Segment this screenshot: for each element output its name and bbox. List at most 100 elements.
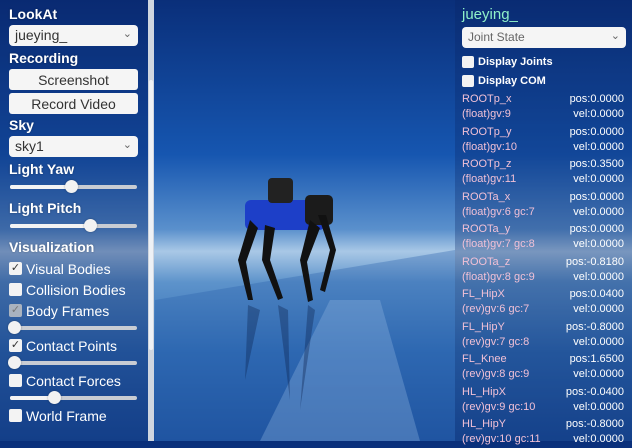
- toggle-label: Contact Points: [26, 337, 118, 354]
- display-joints-checkbox[interactable]: Display Joints: [462, 52, 626, 71]
- left-panel-scrollbar[interactable]: [148, 0, 154, 441]
- visualization-toggle[interactable]: Contact Forces: [9, 370, 138, 391]
- mode-select[interactable]: Joint State ⌄: [462, 27, 626, 48]
- joint-name: HL_HipX: [462, 385, 507, 398]
- joint-name: FL_HipX: [462, 288, 505, 300]
- joint-info: (rev)gv:6 gc:7: [462, 303, 530, 315]
- joint-name: HL_HipY: [462, 418, 507, 430]
- right-joint-panel: jueying_ Joint State ⌄ Display Joints Dis…: [455, 0, 632, 445]
- visualization-toggle[interactable]: ✓ Body Frames: [9, 300, 138, 321]
- joint-name: ROOTp_z: [462, 158, 512, 170]
- joint-row: FL_Knee (rev)gv:8 gc:9 pos:1.6500 vel:0.000…: [462, 350, 626, 383]
- joint-info: (float)gv:11: [462, 173, 517, 185]
- joint-pos: pos:0.3500: [569, 158, 624, 170]
- joint-info: (float)gv:8 gc:9: [462, 270, 535, 283]
- joint-info: (rev)gv:8 gc:9: [462, 368, 530, 380]
- toggle-label: Contact Forces: [26, 372, 121, 389]
- joint-row: ROOTp_x (float)gv:9 pos:0.0000 vel:0.0000: [462, 90, 626, 123]
- joint-vel: vel:0.0000: [573, 400, 624, 413]
- joint-pos: pos:0.0400: [569, 288, 624, 300]
- joint-pos: pos:0.0000: [569, 93, 624, 105]
- toggle-label: Collision Bodies: [26, 281, 126, 298]
- visualization-toggle[interactable]: ✓ Visual Bodies: [9, 258, 138, 279]
- joint-name: FL_HipY: [462, 320, 505, 333]
- joint-info: (float)gv:6 gc:7: [462, 205, 535, 218]
- joint-vel: vel:0.0000: [573, 238, 624, 250]
- light-yaw-slider[interactable]: [10, 180, 137, 194]
- joint-row: HL_HipX (rev)gv:9 gc:10 pos:-0.0400 vel:0.0…: [462, 383, 626, 416]
- joint-name: ROOTp_x: [462, 93, 512, 105]
- joint-pos: pos:0.0000: [569, 125, 624, 138]
- joint-row: ROOTp_z (float)gv:11 pos:0.3500 vel:0.0000: [462, 155, 626, 188]
- visualization-toggle[interactable]: ✓ Contact Points: [9, 335, 138, 356]
- checkbox-icon: ✓: [9, 262, 22, 275]
- joint-row: FL_HipY (rev)gv:7 gc:8 pos:-0.8000 vel:0.00…: [462, 318, 626, 351]
- lookat-label: LookAt: [9, 6, 58, 22]
- sky-label: Sky: [9, 117, 34, 133]
- visualization-slider[interactable]: [7, 321, 137, 335]
- visualization-toggle[interactable]: World Frame: [9, 405, 138, 426]
- joint-vel: vel:0.0000: [573, 173, 624, 185]
- joint-name: ROOTa_y: [462, 223, 511, 235]
- checkbox-icon: [9, 409, 22, 422]
- sky-value: sky1: [15, 138, 44, 154]
- joint-vel: vel:0.0000: [573, 368, 624, 380]
- visualization-slider[interactable]: [10, 391, 137, 405]
- joint-pos: pos:-0.0400: [565, 385, 624, 398]
- chevron-down-icon: ⌄: [122, 28, 132, 40]
- light-pitch-label: Light Pitch: [9, 200, 82, 216]
- checkbox-icon: [462, 55, 474, 68]
- joint-info: (rev)gv:9 gc:10: [462, 400, 536, 413]
- joint-vel: vel:0.0000: [573, 270, 624, 283]
- lookat-select[interactable]: jueying_ ⌄: [9, 25, 138, 46]
- joint-row: HL_HipY (rev)gv:10 gc:11 pos:-0.8000 vel:0.…: [462, 415, 626, 448]
- joint-info: (float)gv:10: [462, 140, 518, 153]
- chevron-down-icon: ⌄: [610, 30, 620, 42]
- joint-vel: vel:0.0000: [573, 108, 624, 120]
- light-pitch-slider[interactable]: [10, 219, 137, 233]
- visualization-toggle[interactable]: Collision Bodies: [9, 279, 138, 300]
- checkbox-icon: [9, 283, 22, 296]
- joint-info: (rev)gv:7 gc:8: [462, 335, 530, 348]
- joint-pos: pos:-0.8180: [565, 255, 624, 268]
- joint-info: (float)gv:7 gc:8: [462, 238, 535, 250]
- joint-pos: pos:0.0000: [569, 223, 624, 235]
- checkbox-icon: ✓: [9, 304, 22, 317]
- toggle-label: Body Frames: [26, 302, 110, 319]
- joint-vel: vel:0.0000: [573, 205, 624, 218]
- joint-pos: pos:-0.8000: [565, 320, 624, 333]
- joint-row: FL_HipX (rev)gv:6 gc:7 pos:0.0400 vel:0.000…: [462, 285, 626, 318]
- joint-vel: vel:0.0000: [573, 433, 624, 445]
- joint-pos: pos:1.6500: [569, 353, 624, 365]
- joint-vel: vel:0.0000: [573, 140, 624, 153]
- checkbox-icon: [9, 374, 22, 387]
- mode-value: Joint State: [468, 30, 525, 44]
- joint-row: ROOTa_z (float)gv:8 gc:9 pos:-0.8180 vel:0.…: [462, 253, 626, 286]
- checkbox-icon: ✓: [9, 339, 22, 352]
- joint-name: ROOTa_z: [462, 255, 511, 268]
- recording-label: Recording: [9, 50, 79, 66]
- joint-name: FL_Knee: [462, 353, 507, 365]
- joint-name: ROOTa_x: [462, 190, 511, 203]
- visualization-slider[interactable]: [7, 356, 137, 370]
- toggle-label: Visual Bodies: [26, 260, 111, 277]
- joint-info: (float)gv:9: [462, 108, 511, 120]
- joint-row: ROOTp_y (float)gv:10 pos:0.0000 vel:0.0000: [462, 123, 626, 156]
- joint-vel: vel:0.0000: [573, 335, 624, 348]
- chevron-down-icon: ⌄: [122, 139, 132, 151]
- display-com-checkbox[interactable]: Display COM: [462, 71, 626, 90]
- light-yaw-label: Light Yaw: [9, 161, 75, 177]
- screenshot-button[interactable]: Screenshot: [9, 69, 138, 90]
- joint-row: ROOTa_x (float)gv:6 gc:7 pos:0.0000 vel:0.0…: [462, 188, 626, 221]
- sky-select[interactable]: sky1 ⌄: [9, 136, 138, 157]
- record-video-button[interactable]: Record Video: [9, 93, 138, 114]
- left-control-panel: LookAt jueying_ ⌄ Recording Screenshot Re…: [0, 0, 148, 441]
- checkbox-icon: [462, 74, 474, 87]
- joint-info: (rev)gv:10 gc:11: [462, 433, 541, 445]
- display-joints-label: Display Joints: [478, 55, 553, 68]
- joint-vel: vel:0.0000: [573, 303, 624, 315]
- joint-row: ROOTa_y (float)gv:7 gc:8 pos:0.0000 vel:0.0…: [462, 220, 626, 253]
- lookat-value: jueying_: [15, 27, 68, 43]
- object-title: jueying_: [462, 6, 518, 23]
- joint-pos: pos:-0.8000: [565, 418, 624, 430]
